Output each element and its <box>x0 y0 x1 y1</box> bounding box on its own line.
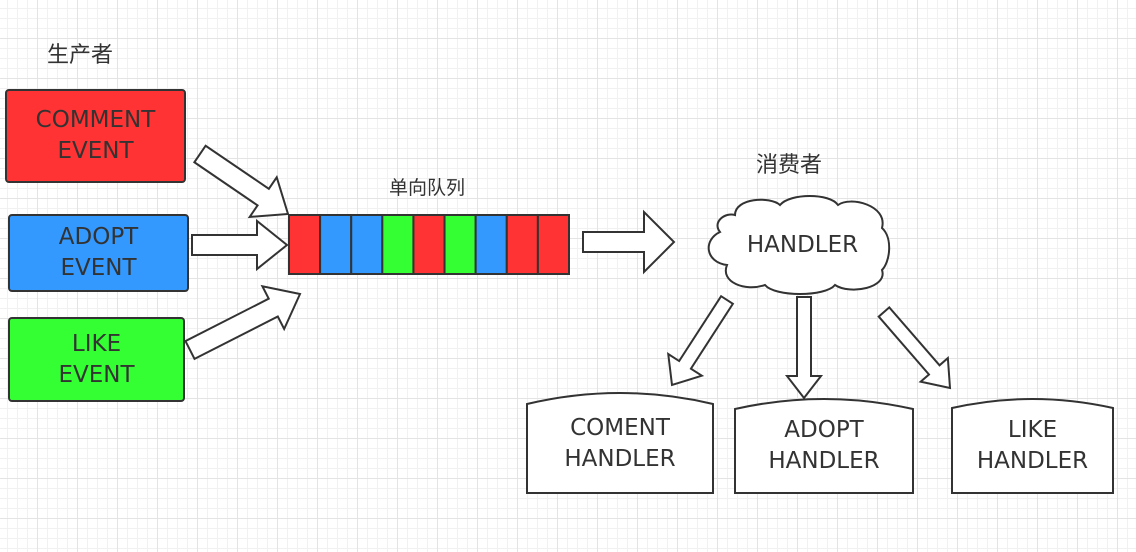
like-handler-line2: HANDLER <box>976 448 1089 474</box>
arrow-comment-to-queue <box>192 144 290 219</box>
adopt-handler-line2: HANDLER <box>768 448 880 474</box>
coment-handler-line2: HANDLER <box>564 446 676 472</box>
queue-cell <box>536 214 571 275</box>
arrow-to-like-handler <box>877 305 952 390</box>
arrow-to-adopt-handler <box>784 296 824 400</box>
queue-cell <box>505 214 539 275</box>
coment-handler-label: COMENT HANDLER <box>527 413 713 475</box>
like-handler-line1: LIKE <box>1007 417 1058 443</box>
like-handler-label: LIKE HANDLER <box>952 415 1113 477</box>
arrow-adopt-to-queue <box>191 218 289 272</box>
queue-cell <box>443 214 477 275</box>
arrow-queue-to-handler <box>582 209 676 275</box>
queue-cell <box>319 214 353 275</box>
queue-cell <box>412 214 446 275</box>
arrow-to-coment-handler <box>666 294 735 387</box>
queue-cell <box>474 214 508 275</box>
queue-cell <box>288 214 322 275</box>
queue-cell <box>350 214 384 275</box>
adopt-handler-label: ADOPT HANDLER <box>735 415 913 477</box>
coment-handler-line1: COMENT <box>570 415 670 441</box>
adopt-handler-line1: ADOPT <box>784 417 864 443</box>
queue <box>288 214 571 275</box>
dispatcher-label: HANDLER <box>746 232 859 258</box>
queue-cell <box>381 214 415 275</box>
arrow-like-to-queue <box>184 284 302 361</box>
